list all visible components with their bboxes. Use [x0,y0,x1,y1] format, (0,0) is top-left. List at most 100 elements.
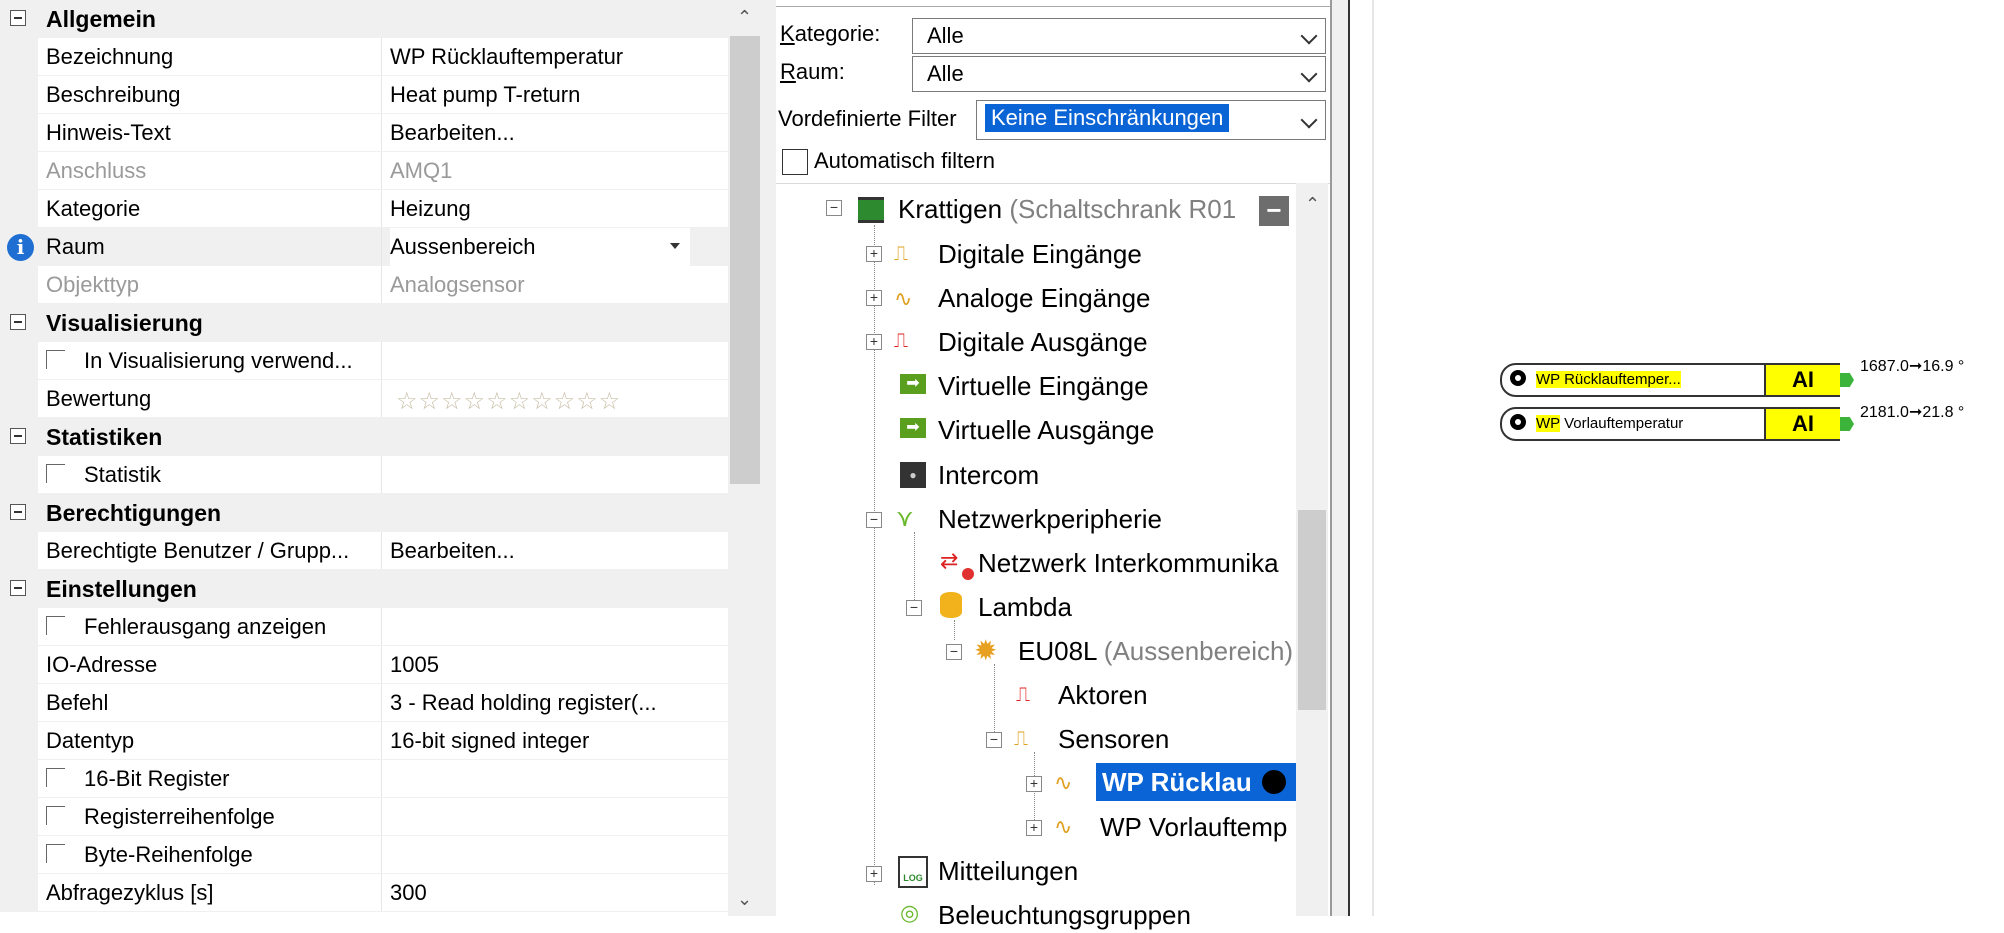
raum-select[interactable]: Alle [912,56,1326,92]
property-row-abfrage[interactable]: Abfragezyklus [s] 300 [0,874,735,912]
collapse-icon[interactable] [10,580,26,596]
tree-node-digitale-ausgaenge[interactable]: Digitale Ausgänge [938,324,1148,360]
property-row-benutzer[interactable]: Berechtigte Benutzer / Grupp... Bearbeit… [0,532,735,570]
collapse-toggle[interactable]: − [826,200,842,216]
property-row-visu[interactable]: In Visualisierung verwend... [0,342,735,380]
kategorie-value: Alle [927,23,964,48]
property-row-bezeichnung[interactable]: Bezeichnung WP Rücklauftemperatur [0,38,735,76]
tree-node-mitteilungen[interactable]: Mitteilungen [938,853,1078,889]
tree-node-eu08l[interactable]: EU08L (Aussenbereich) [1018,633,1293,669]
logic-block-wp-ruecklauf[interactable]: WP Rücklauftemper... AI [1500,363,1854,397]
property-row-io[interactable]: IO-Adresse 1005 [0,646,735,684]
property-row-hinweis[interactable]: Hinweis-Text Bearbeiten... [0,114,735,152]
property-name: Berechtigte Benutzer / Grupp... [46,538,350,563]
collapse-toggle[interactable]: − [986,732,1002,748]
panel-splitter[interactable] [762,0,776,916]
logic-canvas[interactable] [1372,0,2004,916]
control-cabinet-icon [858,197,884,223]
device-gear-icon: ✹ [974,635,998,666]
property-row-bewertung[interactable]: Bewertung ☆☆☆☆☆☆☆☆☆☆ [0,380,735,418]
property-row-raum[interactable]: i Raum Aussenbereich [0,228,735,266]
tree-node-digitale-eingaenge[interactable]: Digitale Eingänge [938,236,1142,272]
expand-toggle[interactable]: + [1026,820,1042,836]
property-row-fehler[interactable]: Fehlerausgang anzeigen [0,608,735,646]
property-row-statistik[interactable]: Statistik [0,456,735,494]
tree-node-lambda[interactable]: Lambda [978,589,1072,625]
kategorie-select[interactable]: Alle [912,18,1326,54]
property-value[interactable]: 300 [390,874,730,912]
tree-node-analoge-eingaenge[interactable]: Analoge Eingänge [938,280,1151,316]
property-value[interactable]: 1005 [390,646,730,684]
tree-node-wp-vorlauf[interactable]: WP Vorlauftemp [1100,809,1287,845]
tree-node-aktoren[interactable]: Aktoren [1058,677,1148,713]
vordefinierte-filter-select[interactable]: Keine Einschränkungen [976,100,1326,140]
property-row-kategorie[interactable]: Kategorie Heizung [0,190,735,228]
property-value[interactable]: Heat pump T-return [390,76,730,114]
expand-toggle[interactable]: + [866,246,882,262]
scroll-up-icon[interactable]: ⌃ [1305,195,1320,213]
property-value[interactable]: 3 - Read holding register(... [390,684,730,722]
collapse-toggle[interactable]: − [946,644,962,660]
minimize-icon[interactable]: − [1259,196,1289,226]
tree-node-krattigen[interactable]: Krattigen (Schaltschrank R01 [898,191,1236,227]
section-visualisierung[interactable]: Visualisierung [0,304,735,342]
property-row-beschreibung[interactable]: Beschreibung Heat pump T-return [0,76,735,114]
section-allgemein[interactable]: Allgemein [0,0,735,38]
checkbox[interactable] [46,844,65,863]
section-title: Statistiken [46,424,163,450]
rating-stars[interactable]: ☆☆☆☆☆☆☆☆☆☆ [396,387,621,416]
scroll-down-icon[interactable]: ⌄ [737,890,752,908]
property-value[interactable]: 16-bit signed integer [390,722,730,760]
expand-toggle[interactable]: + [866,866,882,882]
collapse-icon[interactable] [10,10,26,26]
checkbox-label: Byte-Reihenfolge [84,842,253,867]
expand-toggle[interactable]: + [866,334,882,350]
tree-node-netzwerk-interkommunikation[interactable]: Netzwerk Interkommunika [978,545,1279,581]
property-value[interactable]: WP Rücklauftemperatur [390,38,730,76]
property-value[interactable]: Bearbeiten... [390,532,730,570]
collapse-icon[interactable] [10,428,26,444]
vordefinierte-filter-value: Keine Einschränkungen [985,104,1230,132]
tree-node-wp-ruecklauf-selected[interactable]: WP Rücklau [1096,763,1296,801]
property-row-regfolge[interactable]: Registerreihenfolge [0,798,735,836]
section-einstellungen[interactable]: Einstellungen [0,570,735,608]
section-statistiken[interactable]: Statistiken [0,418,735,456]
checkbox[interactable] [46,806,65,825]
property-row-bit16[interactable]: 16-Bit Register [0,760,735,798]
section-berechtigungen[interactable]: Berechtigungen [0,494,735,532]
checkbox[interactable] [46,350,65,369]
scrollbar-thumb[interactable] [1298,510,1326,710]
lighting-group-icon: ◎ [900,900,920,925]
property-name: Bewertung [46,386,152,411]
property-row-befehl[interactable]: Befehl 3 - Read holding register(... [0,684,735,722]
scrollbar-thumb[interactable] [730,36,760,484]
scroll-up-icon[interactable]: ⌃ [737,8,752,26]
tree-node-virtuelle-eingaenge[interactable]: Virtuelle Eingänge [938,368,1149,404]
dropdown-arrow-icon[interactable] [670,243,680,249]
virtual-output-icon: ➡ [900,418,926,438]
checkbox[interactable] [46,464,65,483]
property-value[interactable]: Aussenbereich [390,228,690,266]
checkbox[interactable] [46,768,65,787]
checkbox[interactable] [46,616,65,635]
tree-node-virtuelle-ausgaenge[interactable]: Virtuelle Ausgänge [938,412,1154,448]
collapse-toggle[interactable]: − [866,512,882,528]
collapse-toggle[interactable]: − [906,600,922,616]
panel-splitter[interactable] [1330,0,1350,916]
gear-icon [1262,770,1286,794]
tree-node-sensoren[interactable]: Sensoren [1058,721,1169,757]
expand-toggle[interactable]: + [866,290,882,306]
property-row-bytefolge[interactable]: Byte-Reihenfolge [0,836,735,874]
tree-node-intercom[interactable]: Intercom [938,457,1039,493]
collapse-icon[interactable] [10,504,26,520]
automatisch-filtern-checkbox[interactable] [782,149,808,175]
property-value[interactable]: Heizung [390,190,730,228]
expand-toggle[interactable]: + [1026,776,1042,792]
logic-block-wp-vorlauf[interactable]: WP Vorlauftemperatur AI [1500,407,1854,441]
tree-node-beleuchtungsgruppen[interactable]: Beleuchtungsgruppen [938,897,1191,933]
property-value: AMQ1 [390,158,453,183]
property-row-datentyp[interactable]: Datentyp 16-bit signed integer [0,722,735,760]
collapse-icon[interactable] [10,314,26,330]
tree-node-netzwerkperipherie[interactable]: Netzwerkperipherie [938,501,1162,537]
property-value[interactable]: Bearbeiten... [390,114,730,152]
